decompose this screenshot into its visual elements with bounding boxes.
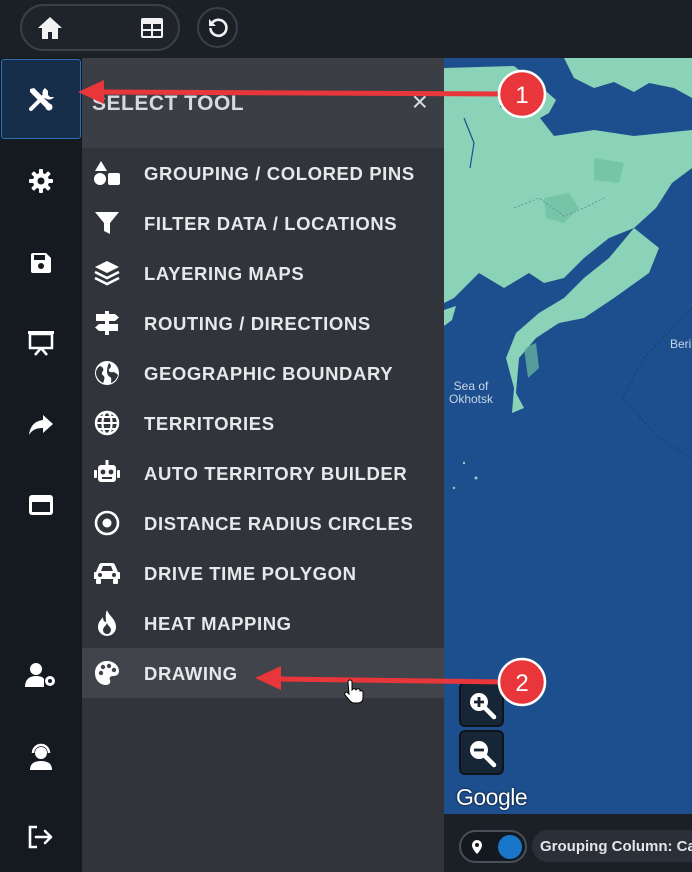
location-pin-icon (472, 840, 482, 854)
palette-icon (93, 659, 121, 687)
view-switcher (20, 4, 180, 51)
tool-label: DRAWING (144, 663, 238, 684)
save-icon (31, 253, 51, 273)
google-attribution: Google (456, 784, 528, 810)
presentation-icon (28, 331, 54, 356)
tool-label: GROUPING / COLORED PINS (144, 163, 415, 184)
car-icon (93, 559, 121, 587)
tool-label: ROUTING / DIRECTIONS (144, 313, 371, 334)
sidebar-item-settings[interactable] (0, 141, 82, 221)
signpost-icon (93, 309, 121, 337)
sidebar-item-window[interactable] (0, 465, 82, 545)
left-sidebar (0, 58, 82, 872)
layers-icon (93, 259, 121, 287)
grouping-column-label: Grouping Column: Ca (540, 837, 692, 855)
tool-auto-territory-builder[interactable]: AUTO TERRITORY BUILDER (82, 448, 444, 498)
tool-drive-time-polygon[interactable]: DRIVE TIME POLYGON (82, 548, 444, 598)
zoom-out-button[interactable] (459, 730, 504, 775)
globe-icon (93, 359, 121, 387)
close-icon[interactable]: × (412, 88, 428, 116)
refresh-button[interactable] (197, 7, 238, 48)
sidebar-item-tools[interactable] (1, 59, 81, 139)
tool-filter-data-locations[interactable]: FILTER DATA / LOCATIONS (82, 198, 444, 248)
sidebar-item-save[interactable] (0, 223, 82, 303)
sidebar-item-support[interactable] (0, 717, 82, 797)
tool-drawing[interactable]: DRAWING (82, 648, 444, 698)
bottom-bar: Grouping Column: Ca (444, 814, 692, 872)
tool-label: GEOGRAPHIC BOUNDARY (144, 363, 394, 384)
tool-label: FILTER DATA / LOCATIONS (144, 213, 398, 234)
window-icon (29, 495, 53, 515)
sidebar-item-presentation[interactable] (0, 303, 82, 383)
tool-label: DRIVE TIME POLYGON (144, 563, 357, 584)
tool-label: TERRITORIES (144, 413, 275, 434)
robot-icon (93, 459, 121, 487)
zoom-in-button[interactable] (459, 682, 504, 727)
zoom-in-icon (469, 692, 496, 719)
grouping-column-chip[interactable]: Grouping Column: Ca (532, 830, 692, 862)
flame-icon (93, 609, 121, 637)
map-label-bering: Beri (670, 337, 692, 351)
tools-icon (29, 88, 54, 111)
logout-icon (28, 825, 53, 849)
user-settings-icon (25, 663, 55, 687)
home-icon (37, 16, 62, 39)
share-icon (29, 415, 53, 435)
panel-title: SELECT TOOL (92, 92, 245, 115)
tool-label: DISTANCE RADIUS CIRCLES (144, 513, 414, 534)
grid-globe-icon (93, 409, 121, 437)
top-bar (0, 0, 692, 58)
target-icon (93, 509, 121, 537)
gear-icon (29, 169, 53, 193)
table-view-button[interactable] (126, 8, 177, 47)
select-tool-panel: SELECT TOOL × GROUPING / COLORED PINS FI… (82, 58, 444, 872)
support-icon (30, 743, 52, 770)
zoom-out-icon (469, 740, 496, 767)
sidebar-item-logout[interactable] (0, 797, 82, 872)
tool-distance-radius-circles[interactable]: DISTANCE RADIUS CIRCLES (82, 498, 444, 548)
tool-label: AUTO TERRITORY BUILDER (144, 463, 408, 484)
tool-routing-directions[interactable]: ROUTING / DIRECTIONS (82, 298, 444, 348)
filter-icon (93, 209, 121, 237)
panel-header: SELECT TOOL × (82, 58, 444, 148)
table-icon (140, 17, 163, 38)
home-view-button[interactable] (24, 8, 75, 47)
tool-geographic-boundary[interactable]: GEOGRAPHIC BOUNDARY (82, 348, 444, 398)
pins-toggle[interactable] (459, 830, 527, 863)
tool-label: LAYERING MAPS (144, 263, 305, 284)
map-label-sea-text: Sea of Okhotsk (448, 379, 493, 406)
map-label-sea: Sea of Okhotsk (446, 380, 496, 406)
tool-territories[interactable]: TERRITORIES (82, 398, 444, 448)
map-canvas[interactable]: Sea of Okhotsk Beri Google (444, 58, 692, 814)
toggle-knob (498, 835, 522, 859)
refresh-icon (208, 18, 228, 37)
tool-label: HEAT MAPPING (144, 613, 292, 634)
tool-heat-mapping[interactable]: HEAT MAPPING (82, 598, 444, 648)
sidebar-item-user-settings[interactable] (0, 635, 82, 715)
shapes-icon (93, 159, 121, 187)
tool-grouping-colored-pins[interactable]: GROUPING / COLORED PINS (82, 148, 444, 198)
tool-layering-maps[interactable]: LAYERING MAPS (82, 248, 444, 298)
sidebar-item-share[interactable] (0, 385, 82, 465)
